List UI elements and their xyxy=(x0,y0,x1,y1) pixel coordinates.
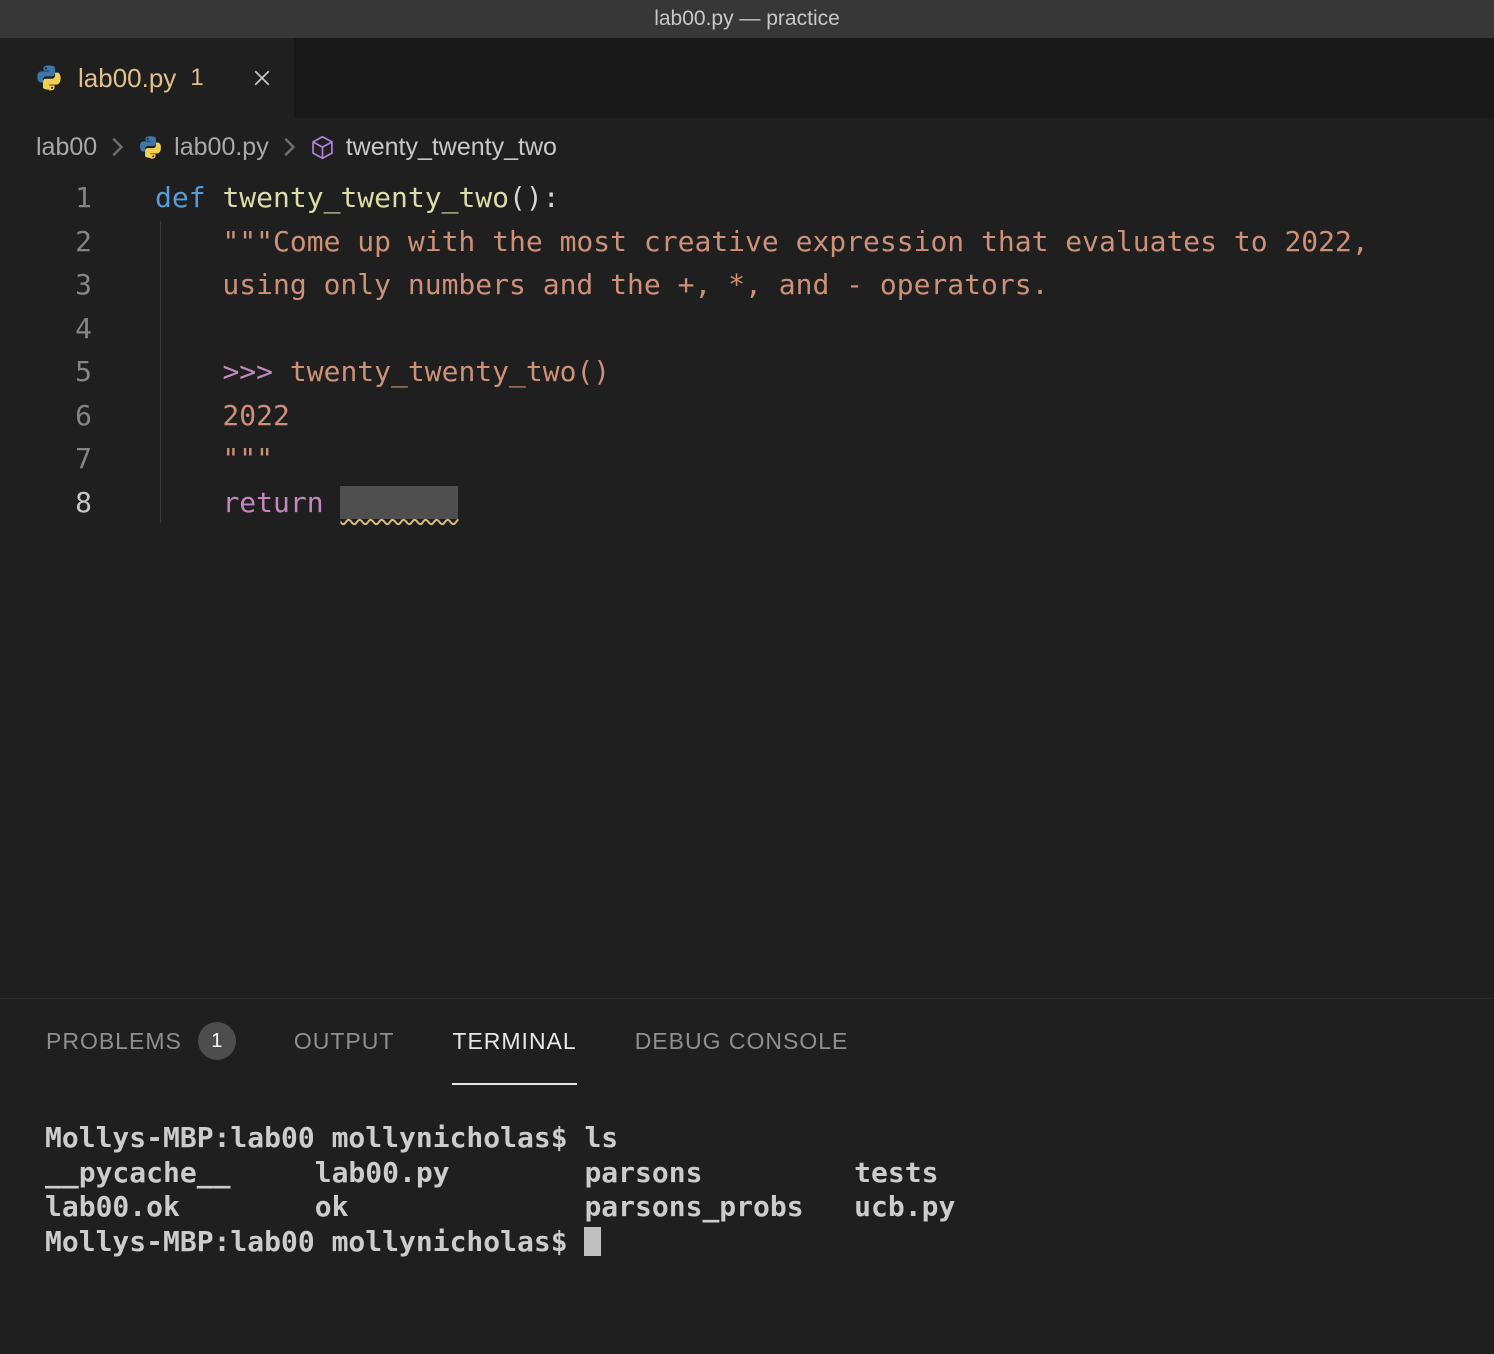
chevron-right-icon xyxy=(109,135,125,159)
code-line[interactable]: 6 2022 xyxy=(0,394,1494,438)
line-number: 2 xyxy=(0,220,92,264)
terminal-prompt: Mollys-MBP:lab00 mollynicholas$ xyxy=(45,1225,584,1258)
code-line[interactable]: 5 >>> twenty_twenty_two() xyxy=(0,350,1494,394)
return-expression-placeholder[interactable] xyxy=(340,486,458,519)
breadcrumb-symbol[interactable]: twenty_twenty_two xyxy=(346,133,557,162)
doctest-call: twenty_twenty_two() xyxy=(290,355,610,388)
terminal-line: __pycache__ lab00.py parsons tests xyxy=(45,1156,1494,1191)
code-line[interactable]: 3 using only numbers and the +, *, and -… xyxy=(0,263,1494,307)
editor-tab-lab00py[interactable]: lab00.py 1 xyxy=(0,38,294,118)
docstring-text: """Come up with the most creative expres… xyxy=(155,225,1369,258)
docstring-close: """ xyxy=(155,442,273,475)
python-icon xyxy=(137,134,164,161)
breadcrumb-file[interactable]: lab00.py xyxy=(174,133,269,162)
line-number: 7 xyxy=(0,437,92,481)
window-title: lab00.py — practice xyxy=(654,7,840,31)
keyword-def: def xyxy=(155,181,222,214)
terminal-cursor xyxy=(584,1227,601,1256)
chevron-right-icon xyxy=(281,135,297,159)
tab-bar: lab00.py 1 xyxy=(0,38,1494,118)
tab-problems[interactable]: PROBLEMS 1 xyxy=(46,999,236,1085)
terminal[interactable]: Mollys-MBP:lab00 mollynicholas$ ls __pyc… xyxy=(0,1085,1494,1259)
line-number: 5 xyxy=(0,350,92,394)
breadcrumb-folder[interactable]: lab00 xyxy=(36,133,97,162)
title-bar: lab00.py — practice xyxy=(0,0,1494,38)
doctest-prompt: >>> xyxy=(222,355,289,388)
terminal-line: Mollys-MBP:lab00 mollynicholas$ ls xyxy=(45,1121,1494,1156)
punctuation: (): xyxy=(509,181,560,214)
code-line[interactable]: 8 return xyxy=(0,481,1494,525)
terminal-line: lab00.ok ok parsons_probs ucb.py xyxy=(45,1190,1494,1225)
tab-terminal[interactable]: TERMINAL xyxy=(452,999,576,1085)
symbol-function-icon xyxy=(309,134,336,161)
panel-tab-bar: PROBLEMS 1 OUTPUT TERMINAL DEBUG CONSOLE xyxy=(0,999,1494,1085)
tab-problems-count: 1 xyxy=(190,64,203,92)
doctest-result: 2022 xyxy=(155,399,290,432)
code-line[interactable]: 1 def twenty_twenty_two(): xyxy=(0,176,1494,220)
tab-output-label: OUTPUT xyxy=(294,1028,395,1055)
tab-debug-console[interactable]: DEBUG CONSOLE xyxy=(635,999,849,1085)
bottom-panel: PROBLEMS 1 OUTPUT TERMINAL DEBUG CONSOLE… xyxy=(0,998,1494,1354)
tab-output[interactable]: OUTPUT xyxy=(294,999,395,1085)
tab-terminal-label: TERMINAL xyxy=(452,1028,576,1055)
code-editor[interactable]: 1 def twenty_twenty_two(): 2 """Come up … xyxy=(0,176,1494,998)
breadcrumb: lab00 lab00.py twenty_twenty_two xyxy=(0,118,1494,176)
keyword-return: return xyxy=(222,486,340,519)
line-number: 1 xyxy=(0,176,92,220)
python-icon xyxy=(34,63,64,93)
function-name: twenty_twenty_two xyxy=(222,181,509,214)
line-number: 6 xyxy=(0,394,92,438)
code-line[interactable]: 4 xyxy=(0,307,1494,351)
tab-problems-label: PROBLEMS xyxy=(46,1028,182,1055)
docstring-text: using only numbers and the +, *, and - o… xyxy=(155,268,1048,301)
code-line[interactable]: 2 """Come up with the most creative expr… xyxy=(0,220,1494,264)
indent-guide xyxy=(160,221,161,523)
tab-debug-console-label: DEBUG CONSOLE xyxy=(635,1028,849,1055)
close-icon[interactable] xyxy=(250,66,274,90)
tab-label: lab00.py xyxy=(78,63,176,94)
line-number-active: 8 xyxy=(0,481,92,525)
code-line[interactable]: 7 """ xyxy=(0,437,1494,481)
terminal-line: Mollys-MBP:lab00 mollynicholas$ xyxy=(45,1225,1494,1260)
problems-count-badge: 1 xyxy=(198,1022,236,1060)
line-number: 3 xyxy=(0,263,92,307)
line-number: 4 xyxy=(0,307,92,351)
